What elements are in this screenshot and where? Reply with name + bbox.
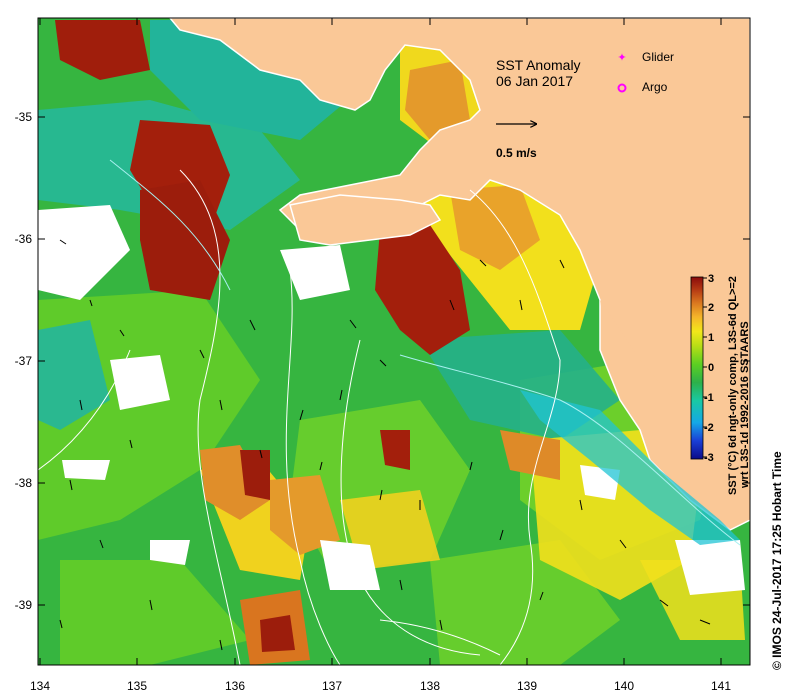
map-title: SST Anomaly [496, 57, 581, 73]
x-tick-label: 137 [322, 679, 342, 693]
colorbar-tick-label: -2 [704, 422, 714, 434]
x-tick-label: 136 [225, 679, 245, 693]
y-tick-label: -39 [15, 598, 33, 612]
colorbar-tick-label: 3 [708, 273, 714, 285]
colorbar-tick-label: -1 [704, 392, 714, 404]
colorbar-tick-label: 2 [708, 302, 714, 314]
colorbar-tick-label: 0 [708, 362, 714, 374]
colorbar-subtitle: wrt L3S-1d 1992-2016 SSTAARS [739, 321, 751, 489]
glider-marker-icon: ✦ [617, 51, 626, 64]
x-tick-label: 135 [127, 679, 147, 693]
x-tick-label: 134 [30, 679, 50, 693]
legend-glider-label: Glider [642, 50, 674, 64]
credit-text: © IMOS 24-Jul-2017 17:25 Hobart Time [770, 451, 784, 670]
colorbar-tick-label: 1 [708, 332, 714, 344]
legend-argo-label: Argo [642, 80, 668, 94]
velocity-scale-label: 0.5 m/s [496, 146, 537, 160]
y-tick-label: -38 [15, 476, 33, 490]
x-tick-label: 141 [711, 679, 731, 693]
x-tick-label: 139 [517, 679, 537, 693]
colorbar-gradient [690, 276, 704, 460]
y-tick-label: -35 [15, 110, 33, 124]
x-tick-label: 140 [614, 679, 634, 693]
y-tick-label: -36 [15, 232, 33, 246]
map-date: 06 Jan 2017 [496, 73, 573, 89]
colorbar-title: SST (°C) 6d ngt-only comp, L3S-6d QL>=2 [727, 276, 739, 495]
y-tick-label: -37 [15, 354, 33, 368]
sst-field [38, 18, 750, 665]
x-tick-label: 138 [420, 679, 440, 693]
sst-anomaly-map: 134 135 136 137 138 139 140 141 -35 -36 … [15, 17, 784, 693]
colorbar-tick-label: -3 [704, 452, 714, 464]
